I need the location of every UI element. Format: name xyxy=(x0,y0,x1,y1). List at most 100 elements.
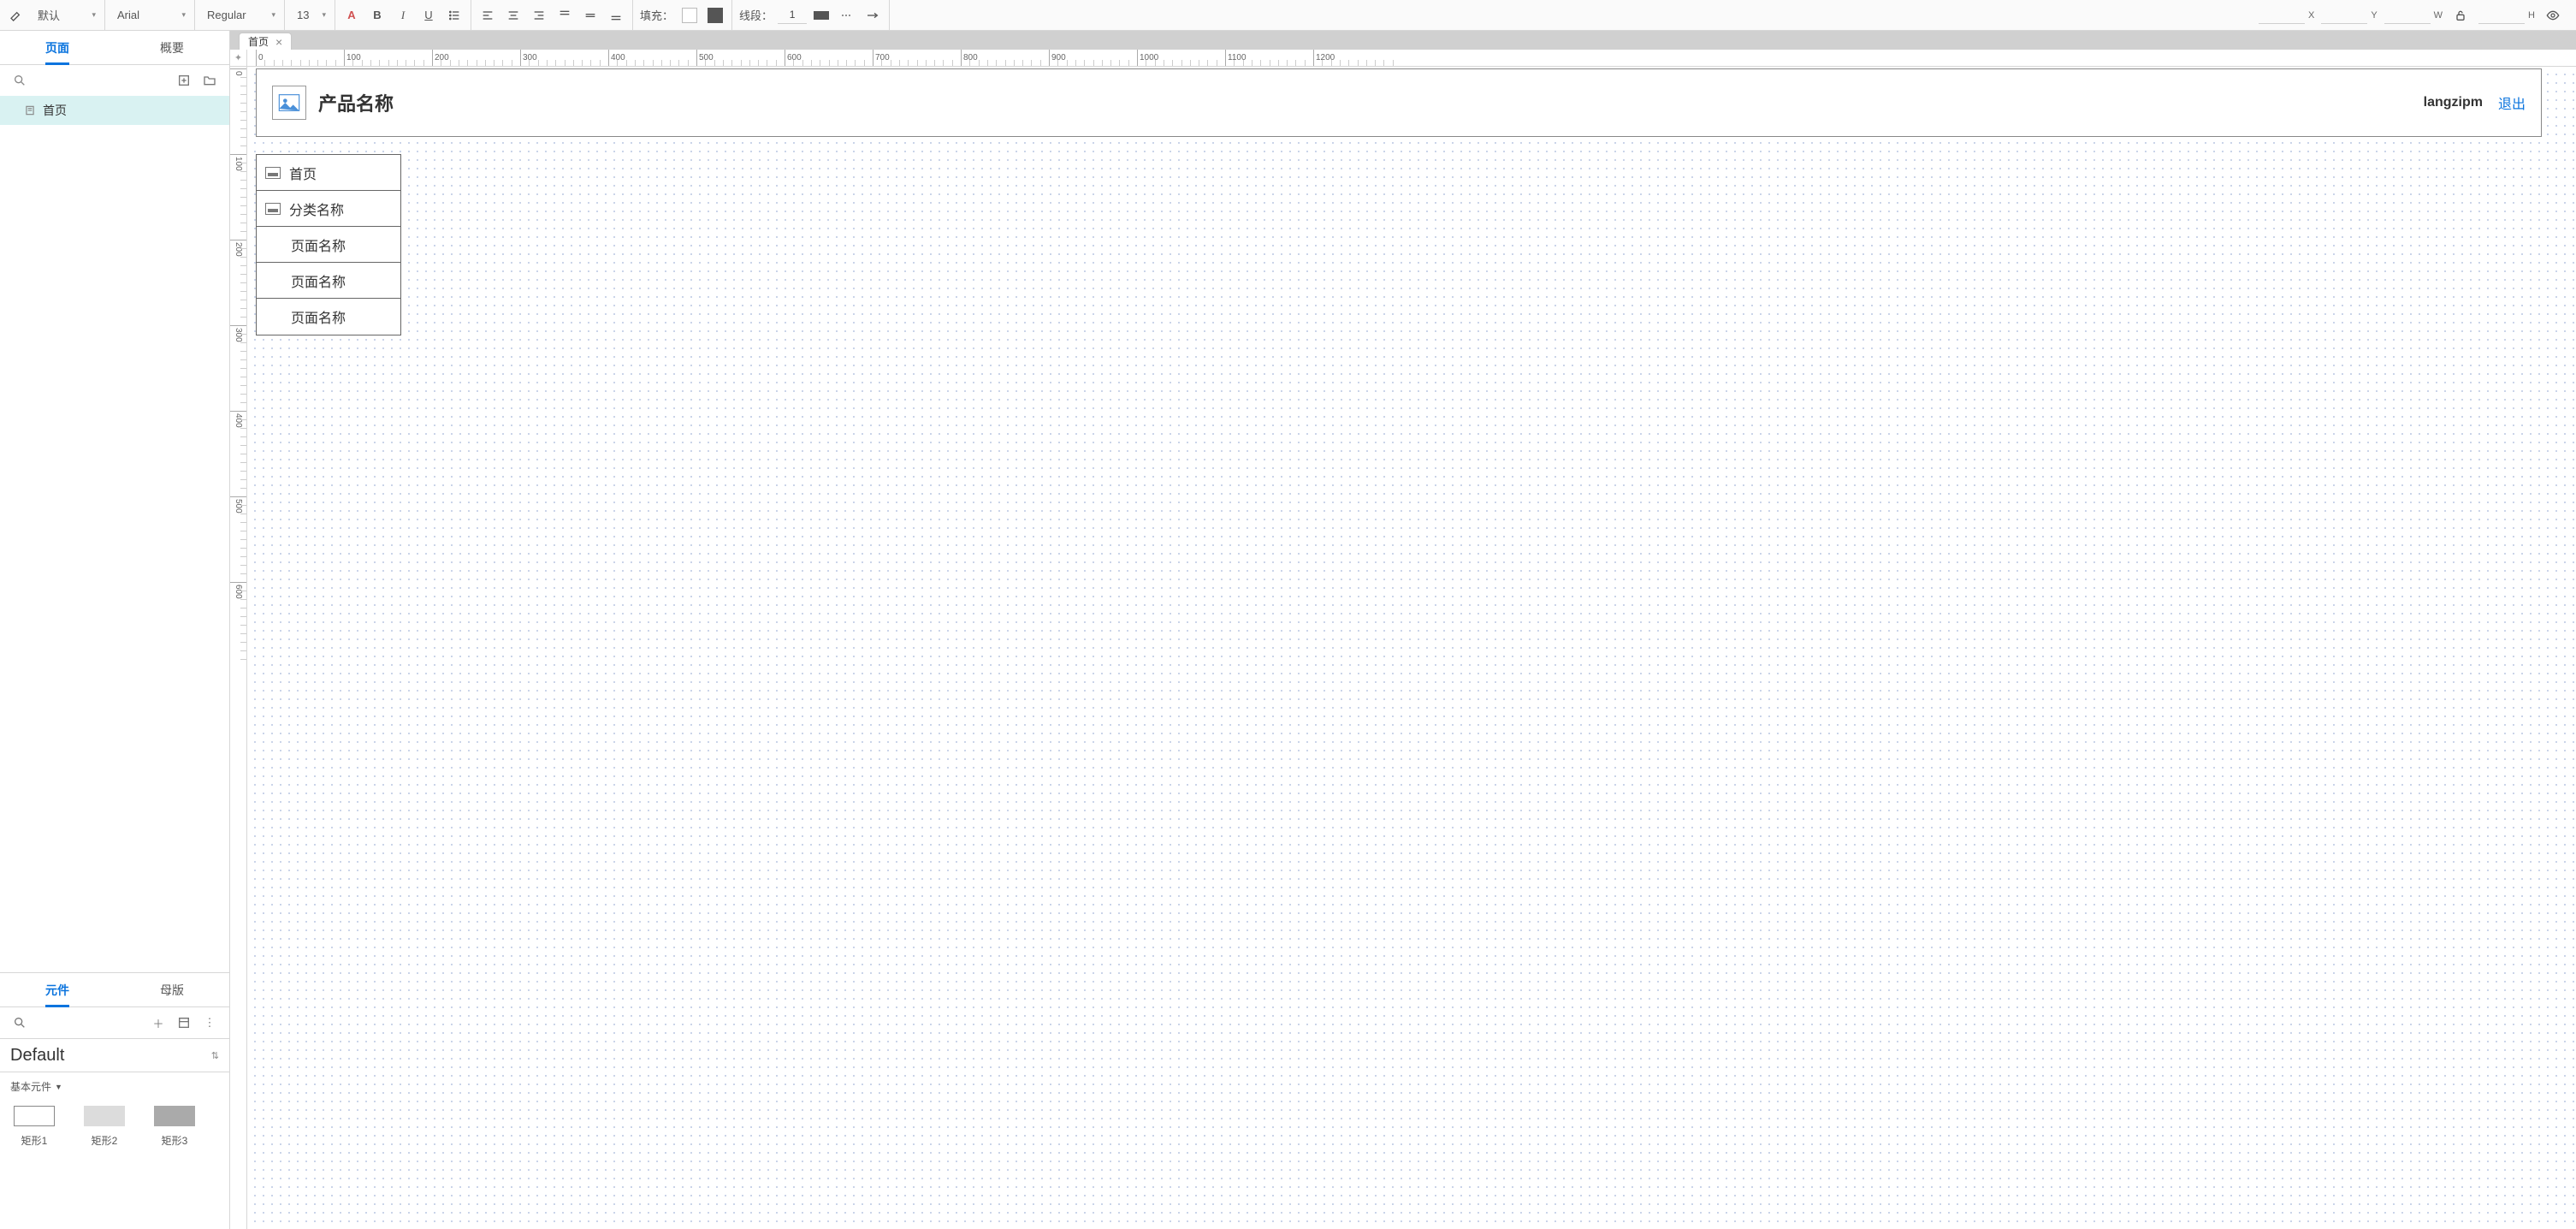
lock-aspect-icon[interactable] xyxy=(2449,4,2472,27)
page-list: 首页 xyxy=(0,96,229,972)
pos-y-input[interactable] xyxy=(2321,7,2367,24)
tab-masters[interactable]: 母版 xyxy=(115,973,229,1006)
document-tab-bar: 首页 × xyxy=(230,31,2576,50)
align-right-button[interactable] xyxy=(528,4,550,27)
chevron-down-icon: ▾ xyxy=(271,10,275,20)
size-w-input[interactable] xyxy=(2384,7,2431,24)
menu-item-category[interactable]: 分类名称 xyxy=(257,191,400,227)
align-center-button[interactable] xyxy=(502,4,524,27)
image-placeholder-icon xyxy=(272,86,306,120)
visibility-icon[interactable] xyxy=(2542,4,2564,27)
more-icon[interactable]: ⋮ xyxy=(200,1013,219,1032)
menu-item-label: 页面名称 xyxy=(291,235,346,255)
menu-item-label: 分类名称 xyxy=(289,199,344,219)
widget-rect1[interactable]: 矩形1 xyxy=(14,1106,55,1148)
menu-item-page-3[interactable]: 页面名称 xyxy=(257,299,400,335)
bold-button[interactable]: B xyxy=(366,4,388,27)
page-item-home[interactable]: 首页 xyxy=(0,96,229,125)
w-label: W xyxy=(2434,10,2443,21)
fill-color2-button[interactable] xyxy=(704,4,726,27)
line-arrow-button[interactable] xyxy=(862,4,884,27)
style-select[interactable]: 默认 ▾ xyxy=(31,4,99,27)
align-left-button[interactable] xyxy=(477,4,499,27)
line-style-button[interactable] xyxy=(836,4,858,27)
library-name: Default xyxy=(10,1046,64,1066)
line-color-button[interactable] xyxy=(810,4,832,27)
h-label: H xyxy=(2528,10,2535,21)
tab-widgets[interactable]: 元件 xyxy=(0,973,115,1006)
font-size-value: 13 xyxy=(297,9,309,21)
library-icon[interactable] xyxy=(175,1013,193,1032)
x-label: X xyxy=(2308,10,2314,21)
widget-rect2[interactable]: 矩形2 xyxy=(84,1106,125,1148)
valign-middle-button[interactable] xyxy=(579,4,601,27)
page-item-label: 首页 xyxy=(43,102,67,119)
widget-label: 矩形1 xyxy=(21,1133,48,1148)
menu-item-page-1[interactable]: 页面名称 xyxy=(257,227,400,263)
image-placeholder-icon xyxy=(265,203,281,215)
search-widgets-icon[interactable] xyxy=(10,1013,29,1032)
canvas[interactable]: 产品名称 langzipm 退出 首页 分类名称 xyxy=(247,67,2576,1229)
left-sidebar: 页面 概要 首页 元件 母版 xyxy=(0,31,230,1229)
search-icon[interactable] xyxy=(10,71,29,90)
mock-side-menu[interactable]: 首页 分类名称 页面名称 页面名称 页面名称 xyxy=(256,154,401,335)
line-width-input[interactable] xyxy=(778,7,807,24)
page-icon xyxy=(24,104,36,116)
rect3-icon xyxy=(154,1106,195,1126)
menu-item-label: 首页 xyxy=(289,163,317,183)
ruler-horizontal[interactable]: 0100200300400500600700800900100011001200 xyxy=(247,50,2576,67)
section-title-label: 基本元件 xyxy=(10,1079,51,1094)
image-placeholder-icon xyxy=(265,167,281,179)
chevron-down-icon: ▾ xyxy=(181,10,186,20)
valign-top-button[interactable] xyxy=(554,4,576,27)
ruler-vertical[interactable]: 0100200300400500600 xyxy=(230,67,247,1229)
format-toolbar: 默认 ▾ Arial ▾ Regular ▾ 13 ▾ A B I xyxy=(0,0,2576,31)
pages-panel-tabs: 页面 概要 xyxy=(0,31,229,65)
line-label: 线段： xyxy=(737,7,774,23)
tab-pages[interactable]: 页面 xyxy=(0,31,115,64)
fill-color-button[interactable] xyxy=(678,4,701,27)
edit-style-icon[interactable] xyxy=(5,4,27,27)
basic-shapes-section[interactable]: 基本元件 ▼ xyxy=(0,1072,229,1101)
chevron-down-icon: ▼ xyxy=(55,1083,62,1091)
underline-button[interactable]: U xyxy=(417,4,440,27)
add-folder-icon[interactable] xyxy=(200,71,219,90)
widget-rect3[interactable]: 矩形3 xyxy=(154,1106,195,1148)
fill-label: 填充： xyxy=(638,7,675,23)
add-widget-icon[interactable]: ＋ xyxy=(149,1013,168,1032)
tab-outline[interactable]: 概要 xyxy=(115,31,229,64)
widget-label: 矩形2 xyxy=(92,1133,118,1148)
mock-logout-link[interactable]: 退出 xyxy=(2498,92,2526,113)
chevron-updown-icon: ⇅ xyxy=(211,1050,219,1061)
pos-x-input[interactable] xyxy=(2259,7,2305,24)
bullet-list-button[interactable] xyxy=(443,4,465,27)
menu-item-label: 页面名称 xyxy=(291,270,346,291)
italic-button[interactable]: I xyxy=(392,4,414,27)
valign-bottom-button[interactable] xyxy=(605,4,627,27)
close-tab-icon[interactable]: × xyxy=(275,36,282,48)
menu-item-label: 页面名称 xyxy=(291,306,346,327)
mock-header[interactable]: 产品名称 langzipm 退出 xyxy=(256,68,2542,137)
font-size-select[interactable]: 13 ▾ xyxy=(290,4,329,27)
mock-username: langzipm xyxy=(2424,95,2483,110)
document-tab-home[interactable]: 首页 × xyxy=(239,33,292,50)
font-weight-label: Regular xyxy=(207,9,246,21)
chevron-down-icon: ▾ xyxy=(92,10,96,20)
style-select-label: 默认 xyxy=(38,7,60,23)
chevron-down-icon: ▾ xyxy=(322,10,326,20)
y-label: Y xyxy=(2371,10,2377,21)
widget-label: 矩形3 xyxy=(162,1133,188,1148)
menu-item-home[interactable]: 首页 xyxy=(257,155,400,191)
font-family-select[interactable]: Arial ▾ xyxy=(110,4,189,27)
ruler-corner[interactable]: ✦ xyxy=(230,50,247,67)
document-tab-label: 首页 xyxy=(248,34,269,49)
mock-product-title: 产品名称 xyxy=(318,89,394,116)
menu-item-page-2[interactable]: 页面名称 xyxy=(257,263,400,299)
rect1-icon xyxy=(14,1106,55,1126)
add-page-icon[interactable] xyxy=(175,71,193,90)
library-select[interactable]: Default ⇅ xyxy=(0,1038,229,1072)
font-family-label: Arial xyxy=(117,9,139,21)
size-h-input[interactable] xyxy=(2478,7,2525,24)
text-color-button[interactable]: A xyxy=(341,4,363,27)
font-weight-select[interactable]: Regular ▾ xyxy=(200,4,279,27)
